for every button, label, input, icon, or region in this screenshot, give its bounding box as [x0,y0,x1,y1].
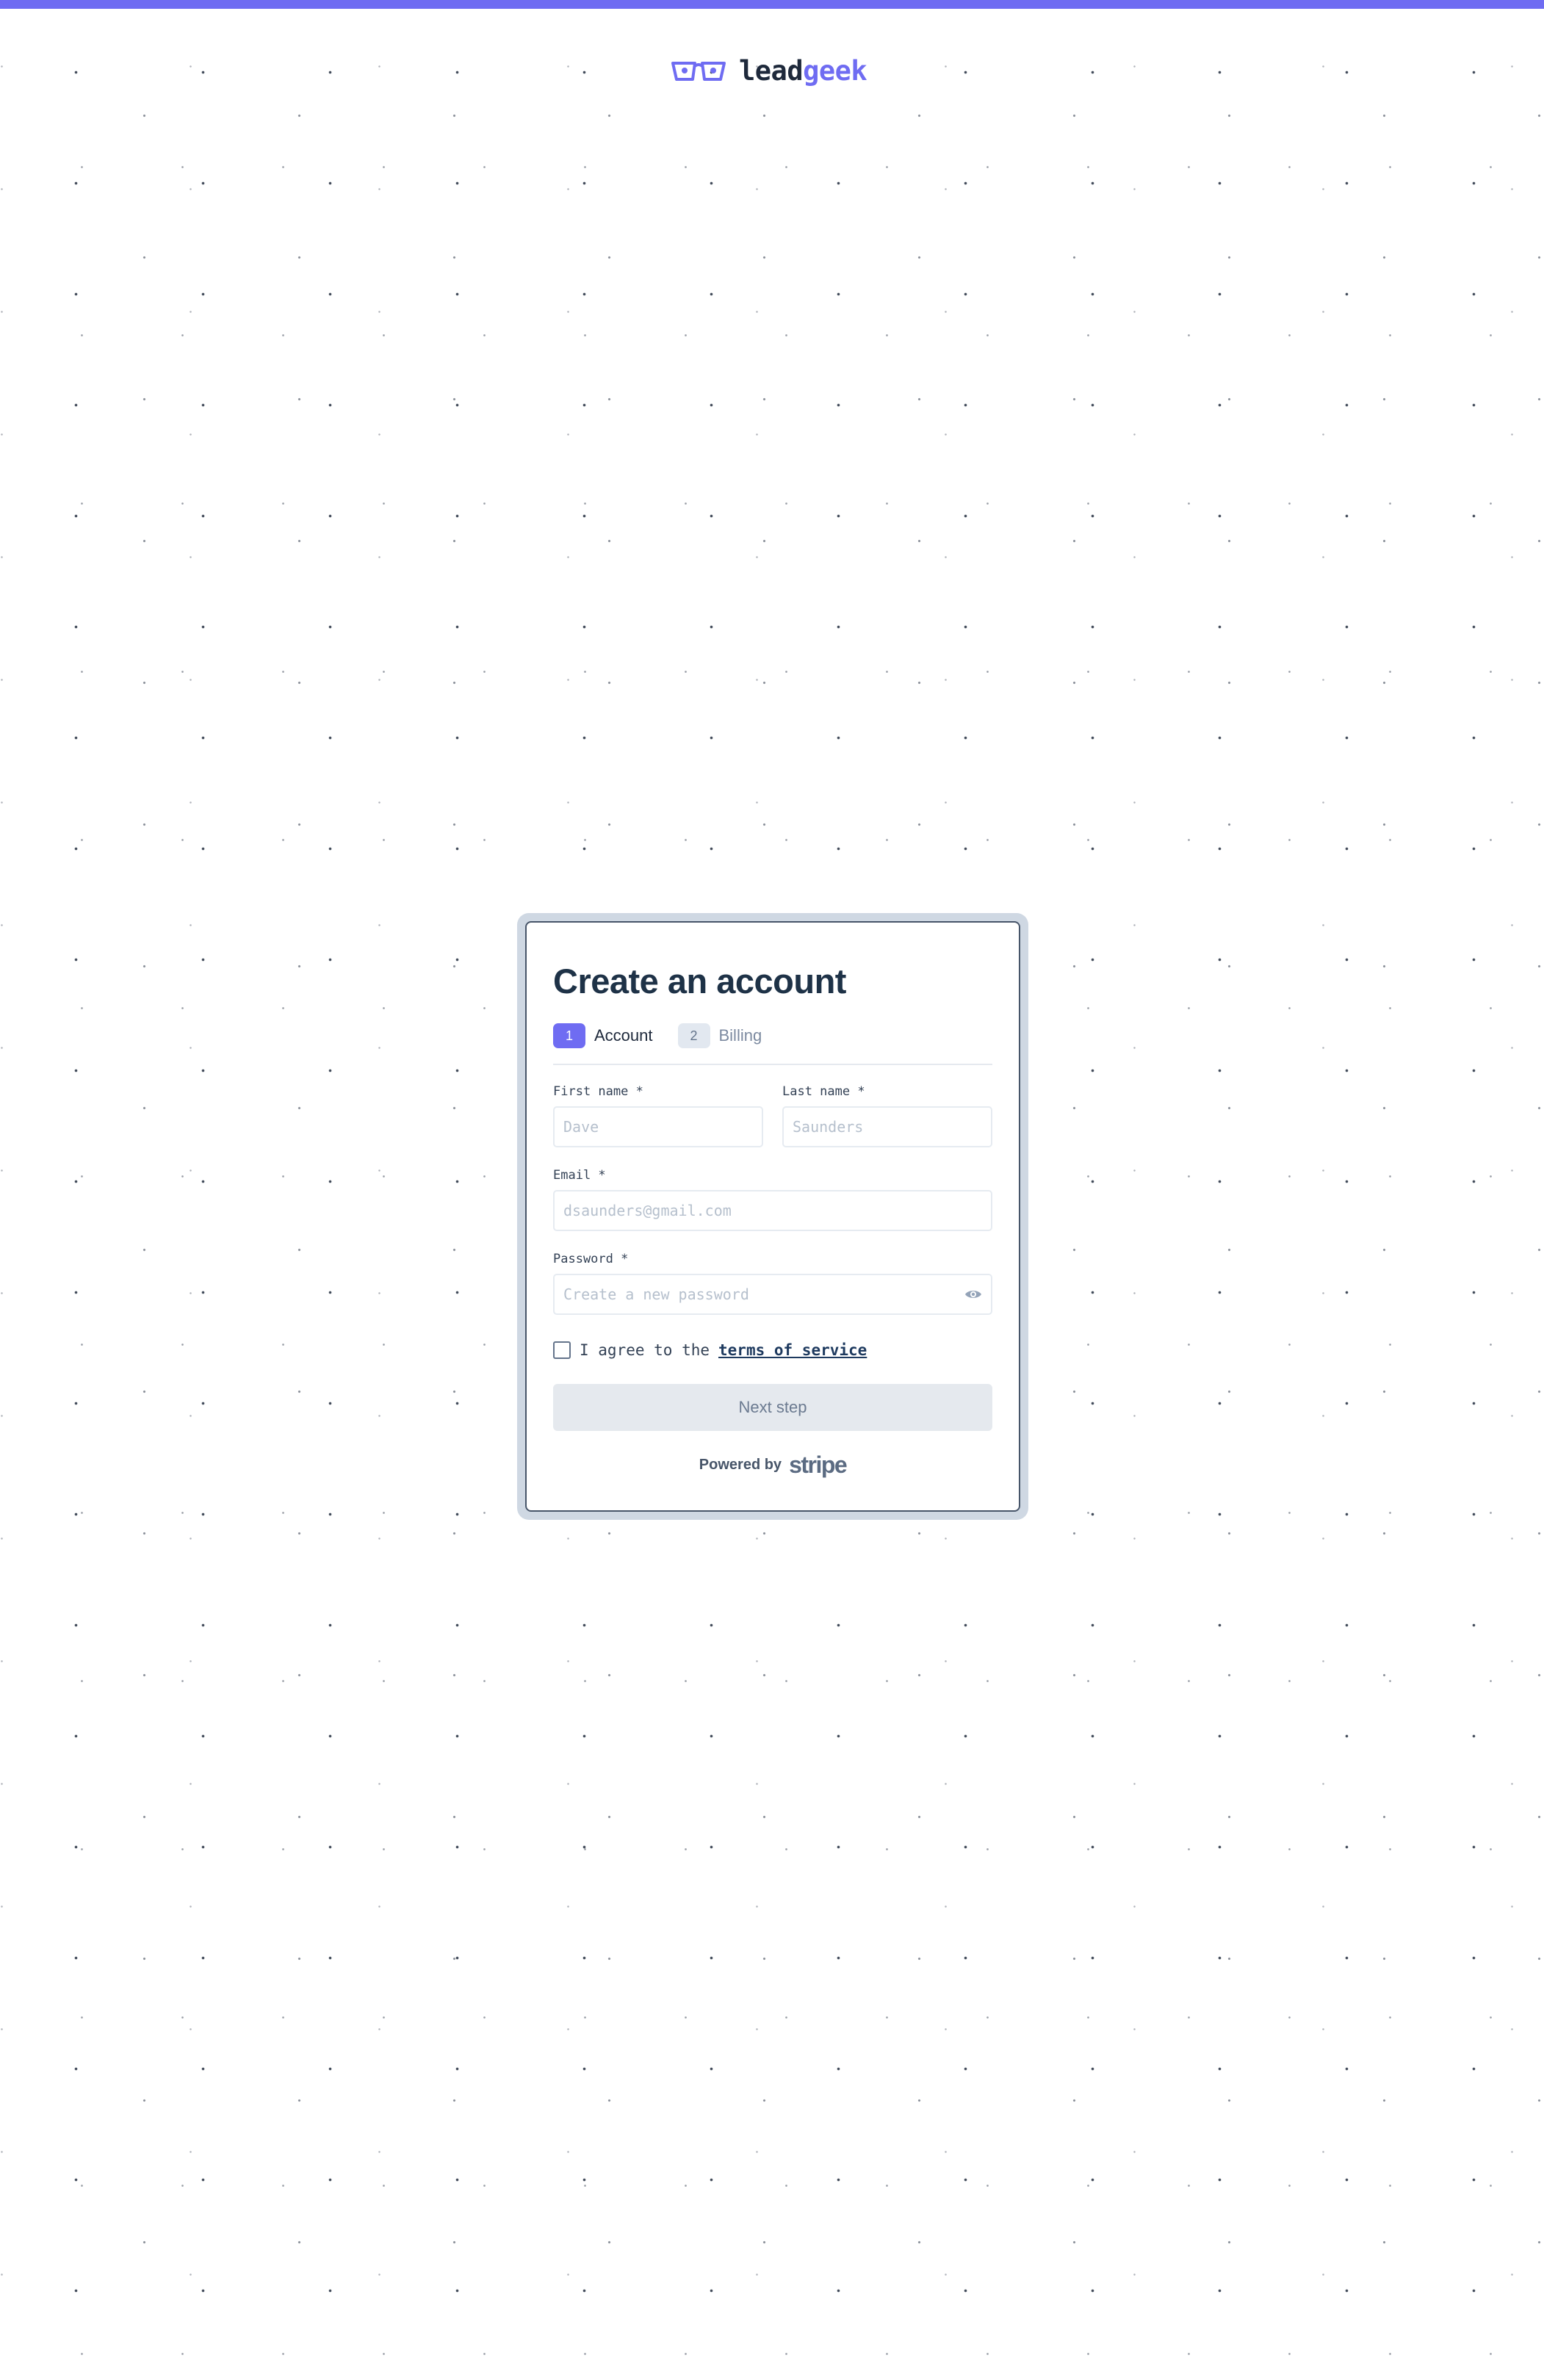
last-name-box [782,1106,992,1147]
last-name-label: Last name * [782,1084,865,1099]
divider [553,1064,992,1065]
step-label: Billing [718,1026,762,1045]
first-name-input[interactable] [555,1108,762,1146]
terms-checkbox[interactable] [553,1341,571,1359]
first-name-box [553,1106,763,1147]
last-name-input[interactable] [784,1108,991,1146]
brand-name-geek: geek [803,55,867,87]
last-name-group: Last name * [782,1084,992,1147]
terms-prefix: I agree to the [580,1341,710,1359]
brand-logo[interactable]: leadgeek [671,53,867,90]
email-input[interactable] [555,1191,991,1230]
step-billing[interactable]: 2 Billing [677,1023,762,1048]
password-label: Password * [553,1252,629,1266]
terms-of-service-link[interactable]: terms of service [718,1341,867,1359]
password-input[interactable] [555,1275,991,1313]
glasses-icon [671,59,726,84]
signup-card: Create an account 1 Account 2 Billing Fi… [525,921,1020,1512]
name-row: First name * Last name * [553,1084,992,1147]
terms-agreement: I agree to the terms of service [553,1341,992,1359]
powered-by-text: Powered by [699,1456,782,1473]
stripe-logo: stripe [789,1452,848,1478]
password-box [553,1274,992,1315]
step-label: Account [594,1026,653,1045]
email-group: Email * [553,1168,992,1231]
brand-wordmark: leadgeek [739,53,867,90]
email-label: Email * [553,1168,606,1183]
brand-name-lead: lead [739,55,804,87]
page-title: Create an account [553,962,846,1000]
password-group: Password * [553,1252,992,1315]
eye-icon[interactable] [964,1288,982,1300]
step-number: 2 [677,1023,710,1048]
email-box [553,1190,992,1231]
step-number: 1 [553,1023,585,1048]
first-name-label: First name * [553,1084,643,1099]
first-name-group: First name * [553,1084,763,1147]
next-step-button[interactable]: Next step [553,1384,992,1431]
top-accent-bar [0,0,1544,9]
signup-card-frame: Create an account 1 Account 2 Billing Fi… [517,913,1028,1520]
powered-by-stripe: Powered by stripe [553,1453,992,1476]
step-account[interactable]: 1 Account [553,1023,653,1048]
step-indicator: 1 Account 2 Billing [553,1023,992,1049]
